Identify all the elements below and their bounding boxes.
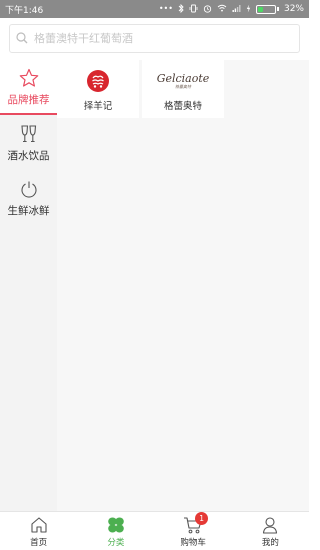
tab-label: 我的 [261, 537, 279, 548]
cart-badge: 1 [195, 511, 209, 525]
sidebar-item-label: 酒水饮品 [7, 149, 50, 162]
battery-icon [255, 4, 279, 14]
tab-label: 分类 [107, 537, 125, 548]
tab-label: 首页 [30, 537, 48, 548]
power-icon [19, 178, 39, 200]
sidebar-item-label: 生鲜冰鲜 [7, 204, 50, 217]
status-bar: 下午1:46 ••• 32% [0, 0, 309, 18]
star-icon [19, 67, 39, 89]
tab-home[interactable]: 首页 [0, 512, 77, 550]
home-icon [30, 515, 48, 535]
status-icons: ••• 32% [158, 3, 304, 15]
sidebar-item-fresh[interactable]: 生鲜冰鲜 [0, 170, 57, 225]
category-icon [107, 515, 125, 535]
search-box[interactable] [9, 24, 300, 53]
bluetooth-icon [178, 3, 184, 15]
user-icon [261, 515, 279, 535]
tab-cart[interactable]: 1 购物车 [155, 511, 232, 550]
dots-icon: ••• [158, 4, 173, 13]
charging-icon [246, 4, 251, 15]
vibrate-icon [189, 4, 198, 15]
status-time: 下午1:46 [5, 5, 44, 16]
brand-content: 择羊记 Gelciaote 格蕾奥特 格蕾奥特 [57, 60, 309, 511]
brand-grid: 择羊记 Gelciaote 格蕾奥特 格蕾奥特 [57, 60, 309, 118]
search-bar [0, 18, 309, 60]
search-icon [16, 29, 28, 48]
tab-category[interactable]: 分类 [77, 512, 154, 550]
brand-name: 格蕾奥特 [163, 100, 202, 112]
bottom-tab-bar: 首页 分类 1 购物车 我的 [0, 511, 309, 550]
zeyangji-logo [86, 67, 110, 95]
sidebar-item-label: 品牌推荐 [7, 93, 50, 106]
cart-icon: 1 [183, 511, 209, 535]
brand-card-zeyangji[interactable]: 择羊记 [57, 60, 139, 118]
wifi-icon [217, 4, 227, 14]
search-input[interactable] [34, 32, 284, 45]
sidebar-item-drinks[interactable]: 酒水饮品 [0, 115, 57, 170]
alarm-icon [203, 4, 212, 15]
gelciaote-logo: Gelciaote 格蕾奥特 [156, 71, 210, 89]
sidebar-item-brand-recommend[interactable]: 品牌推荐 [0, 60, 57, 115]
battery-percent: 32% [283, 4, 304, 14]
wine-glasses-icon [20, 123, 38, 145]
signal-icon [232, 4, 241, 14]
brand-card-gelciaote[interactable]: Gelciaote 格蕾奥特 格蕾奥特 [142, 60, 224, 118]
tab-label: 购物车 [180, 537, 206, 548]
category-sidebar: 品牌推荐 酒水饮品 生鲜冰鲜 [0, 60, 57, 511]
brand-name: 择羊记 [83, 100, 113, 112]
tab-mine[interactable]: 我的 [232, 512, 309, 550]
